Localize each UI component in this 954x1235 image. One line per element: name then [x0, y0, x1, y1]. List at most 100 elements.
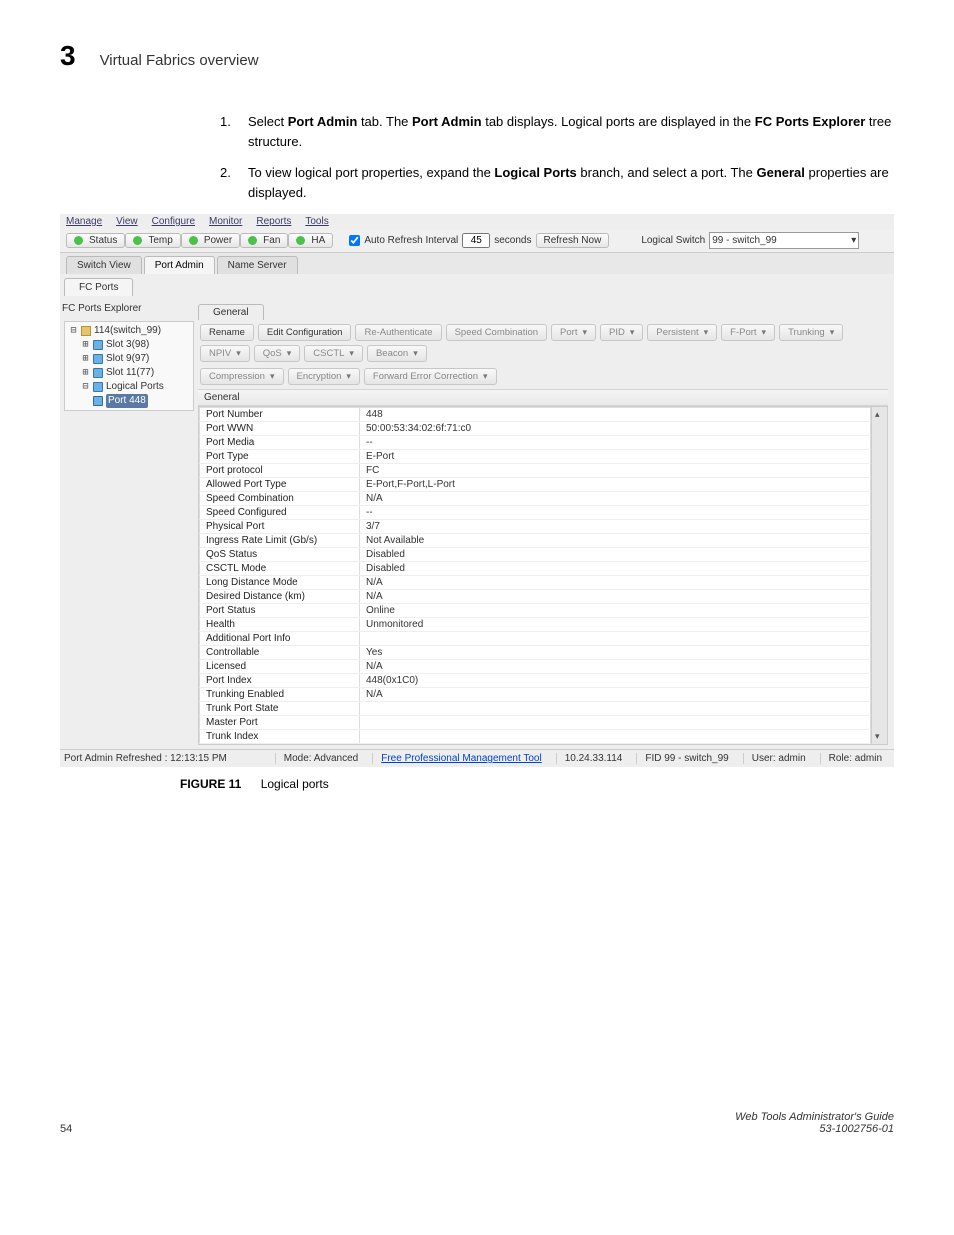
- beacon-button[interactable]: Beacon: [367, 345, 427, 362]
- scrollbar[interactable]: [871, 407, 887, 744]
- refreshed-label: Port Admin Refreshed : 12:13:15 PM: [64, 753, 227, 764]
- port-button[interactable]: Port: [551, 324, 596, 341]
- status-button-label: Status: [89, 235, 117, 246]
- guide-title: Web Tools Administrator's Guide: [735, 1111, 894, 1123]
- auto-refresh-interval-input[interactable]: [462, 233, 490, 248]
- edit-configuration-button[interactable]: Edit Configuration: [258, 324, 352, 341]
- tab-fc-ports[interactable]: FC Ports: [64, 278, 133, 296]
- fc-ports-explorer: ⊟ 114(switch_99) ⊞ Slot 3(98)⊞Slot 9(97)⊞…: [64, 321, 194, 411]
- property-value: Disabled: [360, 548, 871, 562]
- step-number: 1.: [220, 112, 236, 151]
- f-port-button[interactable]: F-Port: [721, 324, 775, 341]
- re-authenticate-button[interactable]: Re-Authenticate: [355, 324, 441, 341]
- menu-bar: Manage View Configure Monitor Reports Tools: [60, 214, 894, 229]
- logical-switch-dropdown[interactable]: 99 - switch_99 ▾: [709, 232, 859, 249]
- menu-tools[interactable]: Tools: [305, 216, 328, 227]
- speed-combination-button[interactable]: Speed Combination: [446, 324, 547, 341]
- status-led-icon: [189, 236, 198, 245]
- property-value: --: [360, 436, 871, 450]
- csctl-button[interactable]: CSCTL: [304, 345, 363, 362]
- seconds-label: seconds: [494, 235, 531, 246]
- property-row: Allowed Port TypeE-Port,F-Port,L-Port: [200, 478, 871, 492]
- role-label: Role: admin: [820, 753, 890, 764]
- property-row: Trunk Port State: [200, 702, 871, 716]
- fan-button[interactable]: Fan: [240, 233, 288, 248]
- persistent-button[interactable]: Persistent: [647, 324, 717, 341]
- menu-configure[interactable]: Configure: [152, 216, 195, 227]
- property-value: N/A: [360, 660, 871, 674]
- compression-button[interactable]: Compression: [200, 368, 284, 385]
- trunking-button[interactable]: Trunking: [779, 324, 843, 341]
- property-name: Trunk Port State: [200, 702, 360, 716]
- ha-button[interactable]: HA: [288, 233, 333, 248]
- forward-error-correction-button[interactable]: Forward Error Correction: [364, 368, 497, 385]
- pid-button[interactable]: PID: [600, 324, 643, 341]
- property-value: N/A: [360, 576, 871, 590]
- menu-reports[interactable]: Reports: [256, 216, 291, 227]
- qos-button[interactable]: QoS: [254, 345, 301, 362]
- figure-caption: FIGURE 11 Logical ports: [60, 777, 894, 791]
- menu-manage[interactable]: Manage: [66, 216, 102, 227]
- tab-general[interactable]: General: [198, 304, 264, 320]
- property-row: Speed CombinationN/A: [200, 492, 871, 506]
- property-name: CSCTL Mode: [200, 562, 360, 576]
- property-row: QoS StatusDisabled: [200, 548, 871, 562]
- explorer-title: FC Ports Explorer: [60, 300, 198, 317]
- tree-slot[interactable]: ⊞ Slot 3(98): [67, 338, 191, 352]
- tab-switch-view[interactable]: Switch View: [66, 256, 142, 274]
- property-name: Port Type: [200, 450, 360, 464]
- property-name: Additional Port Info: [200, 632, 360, 646]
- chapter-number: 3: [60, 40, 76, 72]
- expand-icon[interactable]: ⊞: [81, 366, 90, 380]
- property-row: Additional Port Info: [200, 632, 871, 646]
- property-row: Ingress Rate Limit (Gb/s)Not Available: [200, 534, 871, 548]
- tree-port-selected[interactable]: Port 448: [67, 394, 191, 408]
- chevron-down-icon: ▾: [851, 235, 856, 246]
- property-row: Speed Configured--: [200, 506, 871, 520]
- property-value: [360, 632, 871, 646]
- property-name: QoS Status: [200, 548, 360, 562]
- status-button-label: Temp: [148, 235, 172, 246]
- logical-switch-label: Logical Switch: [641, 235, 705, 246]
- property-name: Long Distance Mode: [200, 576, 360, 590]
- encryption-button[interactable]: Encryption: [288, 368, 360, 385]
- property-value: [360, 702, 871, 716]
- rename-button[interactable]: Rename: [200, 324, 254, 341]
- collapse-icon[interactable]: ⊟: [81, 380, 90, 394]
- tree-slot[interactable]: ⊞Slot 11(77): [67, 366, 191, 380]
- figure-label: FIGURE 11: [180, 777, 241, 791]
- tree-logical-ports[interactable]: ⊟ Logical Ports: [67, 380, 191, 394]
- power-button[interactable]: Power: [181, 233, 240, 248]
- tree-root[interactable]: ⊟ 114(switch_99): [67, 324, 191, 338]
- tree-slot[interactable]: ⊞Slot 9(97): [67, 352, 191, 366]
- expand-icon[interactable]: ⊞: [81, 352, 90, 366]
- menu-monitor[interactable]: Monitor: [209, 216, 242, 227]
- port-toolbar: RenameEdit ConfigurationRe-Authenticate S…: [198, 320, 888, 364]
- property-row: Master Port: [200, 716, 871, 730]
- management-tool-link[interactable]: Free Professional Management Tool: [381, 753, 541, 764]
- slot-icon: [93, 354, 103, 364]
- status-button[interactable]: Status: [66, 233, 125, 248]
- status-led-icon: [133, 236, 142, 245]
- tab-port-admin[interactable]: Port Admin: [144, 256, 215, 274]
- property-name: Port Index: [200, 674, 360, 688]
- property-value: N/A: [360, 688, 871, 702]
- npiv-button[interactable]: NPIV: [200, 345, 250, 362]
- refresh-now-button[interactable]: Refresh Now: [536, 233, 610, 248]
- tree-slot-label: Slot 3(98): [106, 338, 149, 352]
- property-name: Port Number: [200, 408, 360, 422]
- property-value: Yes: [360, 646, 871, 660]
- section-general-label: General: [198, 389, 888, 406]
- collapse-icon[interactable]: ⊟: [69, 324, 78, 338]
- property-name: Health: [200, 618, 360, 632]
- menu-view[interactable]: View: [116, 216, 138, 227]
- tab-name-server[interactable]: Name Server: [217, 256, 298, 274]
- property-name: Desired Distance (km): [200, 590, 360, 604]
- property-row: Long Distance ModeN/A: [200, 576, 871, 590]
- temp-button[interactable]: Temp: [125, 233, 180, 248]
- auto-refresh-checkbox[interactable]: [349, 235, 360, 246]
- expand-icon[interactable]: ⊞: [81, 338, 90, 352]
- property-value: N/A: [360, 590, 871, 604]
- property-row: Port Index448(0x1C0): [200, 674, 871, 688]
- property-name: Speed Configured: [200, 506, 360, 520]
